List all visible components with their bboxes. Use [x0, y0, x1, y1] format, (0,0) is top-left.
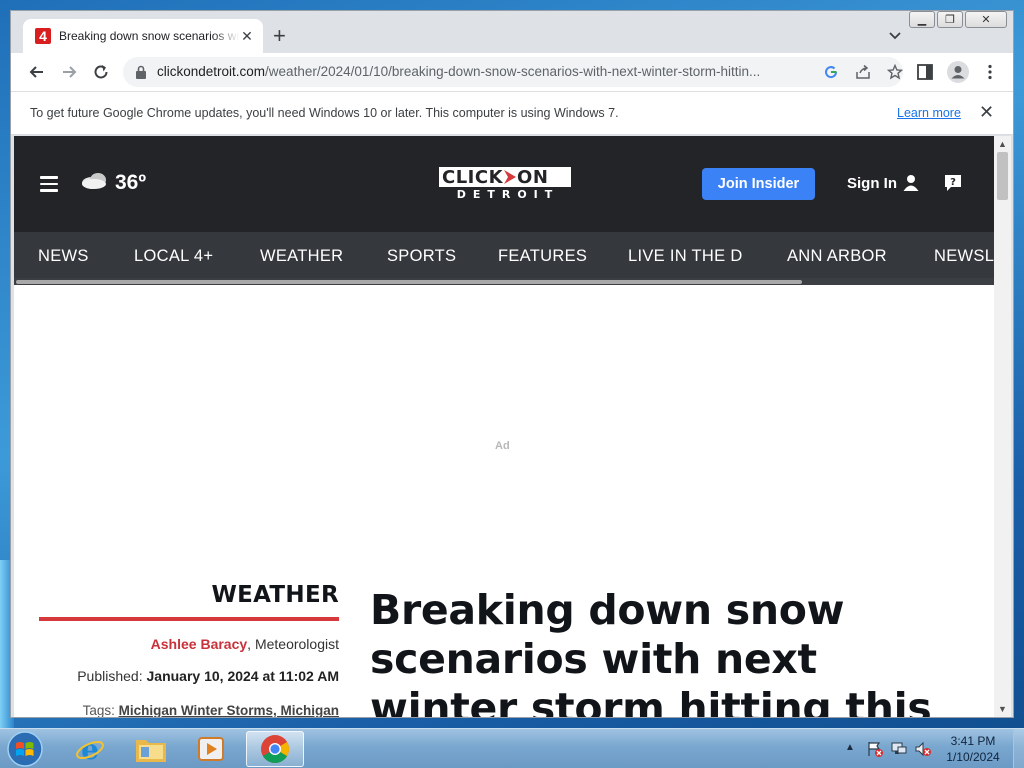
- browser-window: 4 Breaking down snow scenarios with next…: [10, 10, 1014, 718]
- forward-arrow-icon[interactable]: [59, 62, 79, 82]
- browser-toolbar: clickondetroit.com/weather/2024/01/10/br…: [11, 53, 1013, 91]
- temperature-readout[interactable]: 36º: [115, 171, 146, 195]
- infobar-message: To get future Google Chrome updates, you…: [30, 106, 619, 120]
- action-center-flag-icon[interactable]: [866, 740, 884, 758]
- lock-icon[interactable]: [135, 65, 147, 79]
- site-logo[interactable]: CLICK ON DETROIT: [439, 167, 571, 201]
- share-icon[interactable]: [855, 64, 871, 80]
- tags-label: Tags:: [82, 703, 119, 717]
- nav-item-local-4-plus[interactable]: LOCAL 4+: [134, 247, 213, 266]
- tab-strip: 4 Breaking down snow scenarios with next…: [11, 11, 1013, 53]
- section-divider: [39, 617, 339, 621]
- logo-text-click: CLICK: [442, 166, 504, 188]
- join-insider-button[interactable]: Join Insider: [702, 168, 815, 200]
- window-close-button[interactable]: ✕: [965, 11, 1007, 28]
- url-host: clickondetroit.com: [157, 64, 266, 79]
- taskbar-chrome[interactable]: [246, 731, 304, 767]
- nav-item-weather[interactable]: WEATHER: [260, 247, 343, 266]
- taskbar: e ▲ 3:41 PM 1/10/2024: [0, 728, 1024, 768]
- published-date: January 10, 2024 at 11:02 AM: [146, 668, 340, 684]
- folder-icon: [136, 740, 166, 762]
- new-tab-button[interactable]: +: [273, 25, 286, 47]
- minimize-button[interactable]: ▁: [909, 11, 935, 28]
- tab-close-icon[interactable]: ✕: [239, 28, 255, 45]
- chrome-menu-icon[interactable]: [981, 63, 999, 81]
- ad-placeholder-label: Ad: [495, 440, 510, 452]
- nav-horizontal-scrollbar[interactable]: [14, 278, 994, 285]
- author-link[interactable]: Ashlee Baracy: [151, 636, 248, 652]
- nav-item-features[interactable]: FEATURES: [498, 247, 587, 266]
- back-arrow-icon[interactable]: [27, 62, 47, 82]
- profile-avatar-icon[interactable]: [947, 61, 969, 83]
- scroll-up-arrow-icon[interactable]: ▲: [998, 139, 1007, 149]
- media-player-icon: [198, 737, 224, 761]
- nav-item-ann-arbor[interactable]: ANN ARBOR: [787, 247, 887, 266]
- feedback-chat-icon[interactable]: ?: [943, 173, 963, 193]
- sign-in-link[interactable]: Sign In: [847, 175, 897, 192]
- learn-more-link[interactable]: Learn more: [897, 106, 961, 120]
- nav-item-news[interactable]: NEWS: [38, 247, 89, 266]
- user-icon[interactable]: [902, 174, 920, 192]
- tab-title: Breaking down snow scenarios with next w…: [59, 29, 239, 43]
- reload-icon[interactable]: [91, 62, 111, 82]
- logo-arrow-icon: [504, 170, 517, 184]
- address-bar[interactable]: clickondetroit.com/weather/2024/01/10/br…: [123, 57, 903, 87]
- site-favicon-icon: 4: [35, 28, 51, 44]
- show-desktop-button[interactable]: [1013, 729, 1024, 768]
- logo-text-detroit: DETROIT: [456, 188, 560, 201]
- bookmark-star-icon[interactable]: [887, 64, 903, 80]
- restore-button[interactable]: ❐: [937, 11, 963, 28]
- svg-text:e: e: [81, 734, 99, 764]
- clock-time: 3:41 PM: [950, 734, 996, 748]
- page-scroll-thumb[interactable]: [997, 152, 1008, 200]
- window-controls: ▁ ❐ ✕: [909, 11, 1007, 28]
- page-vertical-scrollbar[interactable]: ▲ ▼: [994, 136, 1011, 717]
- article-tags: Tags: Michigan Winter Storms, Michigan: [39, 703, 339, 717]
- site-nav-bar: NEWS LOCAL 4+ WEATHER SPORTS FEATURES LI…: [14, 232, 994, 278]
- article-byline: Ashlee Baracy, Meteorologist: [39, 636, 339, 652]
- nav-item-sports[interactable]: SPORTS: [387, 247, 456, 266]
- taskbar-internet-explorer[interactable]: e: [65, 731, 115, 767]
- taskbar-file-explorer[interactable]: [126, 731, 176, 767]
- site-header: 36º CLICK ON DETROIT Join Insider Sign I…: [14, 136, 994, 232]
- author-role: , Meteorologist: [247, 636, 339, 652]
- published-line: Published: January 10, 2024 at 11:02 AM: [39, 668, 339, 684]
- taskbar-media-player[interactable]: [186, 731, 236, 767]
- logo-text-on: ON: [517, 166, 549, 188]
- browser-tab-active[interactable]: 4 Breaking down snow scenarios with next…: [23, 19, 263, 53]
- tray-expand-arrow-icon[interactable]: ▲: [845, 742, 855, 753]
- tag-links[interactable]: Michigan Winter Storms, Michigan: [119, 703, 339, 717]
- url-text: clickondetroit.com/weather/2024/01/10/br…: [157, 64, 807, 79]
- windows-start-button[interactable]: [3, 730, 47, 768]
- nav-item-newsletters[interactable]: NEWSLE: [934, 247, 994, 266]
- volume-muted-icon[interactable]: [914, 740, 932, 758]
- update-infobar: To get future Google Chrome updates, you…: [11, 91, 1013, 135]
- network-icon[interactable]: [890, 740, 908, 758]
- internet-explorer-icon: e: [76, 734, 104, 764]
- google-lens-g-icon[interactable]: [823, 64, 839, 80]
- system-clock[interactable]: 3:41 PM 1/10/2024: [936, 733, 1010, 765]
- article-headline: Breaking down snow scenarios with next w…: [370, 586, 932, 717]
- svg-text:?: ?: [950, 177, 956, 188]
- scroll-down-arrow-icon[interactable]: ▼: [998, 704, 1007, 714]
- hamburger-menu-icon[interactable]: [40, 176, 58, 192]
- chrome-icon: [261, 735, 289, 763]
- side-panel-icon[interactable]: [916, 63, 934, 81]
- published-label: Published:: [77, 668, 147, 684]
- nav-scroll-thumb[interactable]: [16, 280, 802, 284]
- nav-item-live-in-the-d[interactable]: LIVE IN THE D: [628, 247, 743, 266]
- infobar-close-icon[interactable]: ✕: [979, 102, 994, 123]
- url-path: /weather/2024/01/10/breaking-down-snow-s…: [265, 64, 761, 79]
- page-viewport: 36º CLICK ON DETROIT Join Insider Sign I…: [14, 136, 994, 717]
- article-section-label[interactable]: WEATHER: [39, 582, 339, 608]
- tab-search-chevron-icon[interactable]: [887, 27, 903, 43]
- cloudy-weather-icon[interactable]: [80, 170, 110, 190]
- clock-date: 1/10/2024: [946, 750, 1000, 764]
